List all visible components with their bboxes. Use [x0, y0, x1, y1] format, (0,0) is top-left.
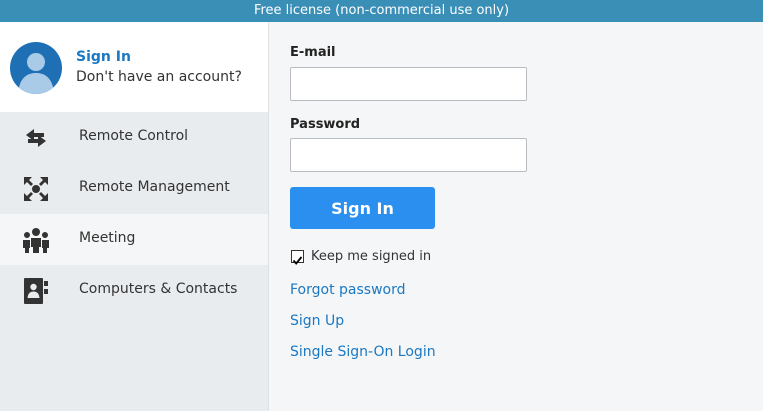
signin-form: E-mail Password Sign In Keep me signed i…: [269, 22, 763, 411]
password-field[interactable]: [290, 138, 527, 172]
sign-in-link[interactable]: Sign In: [76, 49, 131, 65]
license-banner: Free license (non-commercial use only): [0, 0, 763, 22]
email-label: E-mail: [290, 45, 336, 60]
arrows-exchange-icon: [22, 125, 50, 151]
avatar-icon[interactable]: [10, 42, 62, 94]
account-panel[interactable]: Sign In Don't have an account?: [0, 22, 268, 112]
nav-item-remote-management[interactable]: Remote Management: [0, 163, 268, 214]
email-field[interactable]: [290, 67, 527, 101]
check-icon: [292, 256, 303, 265]
group-icon: [22, 227, 50, 253]
nav-label-remote-control: Remote Control: [79, 128, 189, 144]
nav-label-meeting: Meeting: [79, 230, 136, 246]
nav-item-meeting[interactable]: Meeting: [0, 214, 268, 265]
nav-item-computers-contacts[interactable]: Computers & Contacts: [0, 265, 268, 316]
nav-label-remote-management: Remote Management: [79, 179, 230, 195]
keep-signed-in-checkbox[interactable]: [291, 250, 304, 265]
nav-label-computers-contacts: Computers & Contacts: [79, 281, 238, 297]
sign-in-button[interactable]: Sign In: [290, 187, 435, 229]
nav-item-remote-control[interactable]: Remote Control: [0, 112, 268, 163]
keep-signed-in-label[interactable]: Keep me signed in: [311, 249, 431, 264]
sidebar: Sign In Don't have an account? Remote Co…: [0, 22, 269, 411]
sso-login-link[interactable]: Single Sign-On Login: [290, 344, 436, 360]
forgot-password-link[interactable]: Forgot password: [290, 282, 406, 298]
sign-up-link[interactable]: Sign Up: [290, 313, 344, 329]
no-account-text[interactable]: Don't have an account?: [76, 69, 242, 85]
password-label: Password: [290, 117, 361, 132]
contact-book-icon: [22, 278, 50, 304]
arrows-expand-icon: [22, 176, 50, 202]
